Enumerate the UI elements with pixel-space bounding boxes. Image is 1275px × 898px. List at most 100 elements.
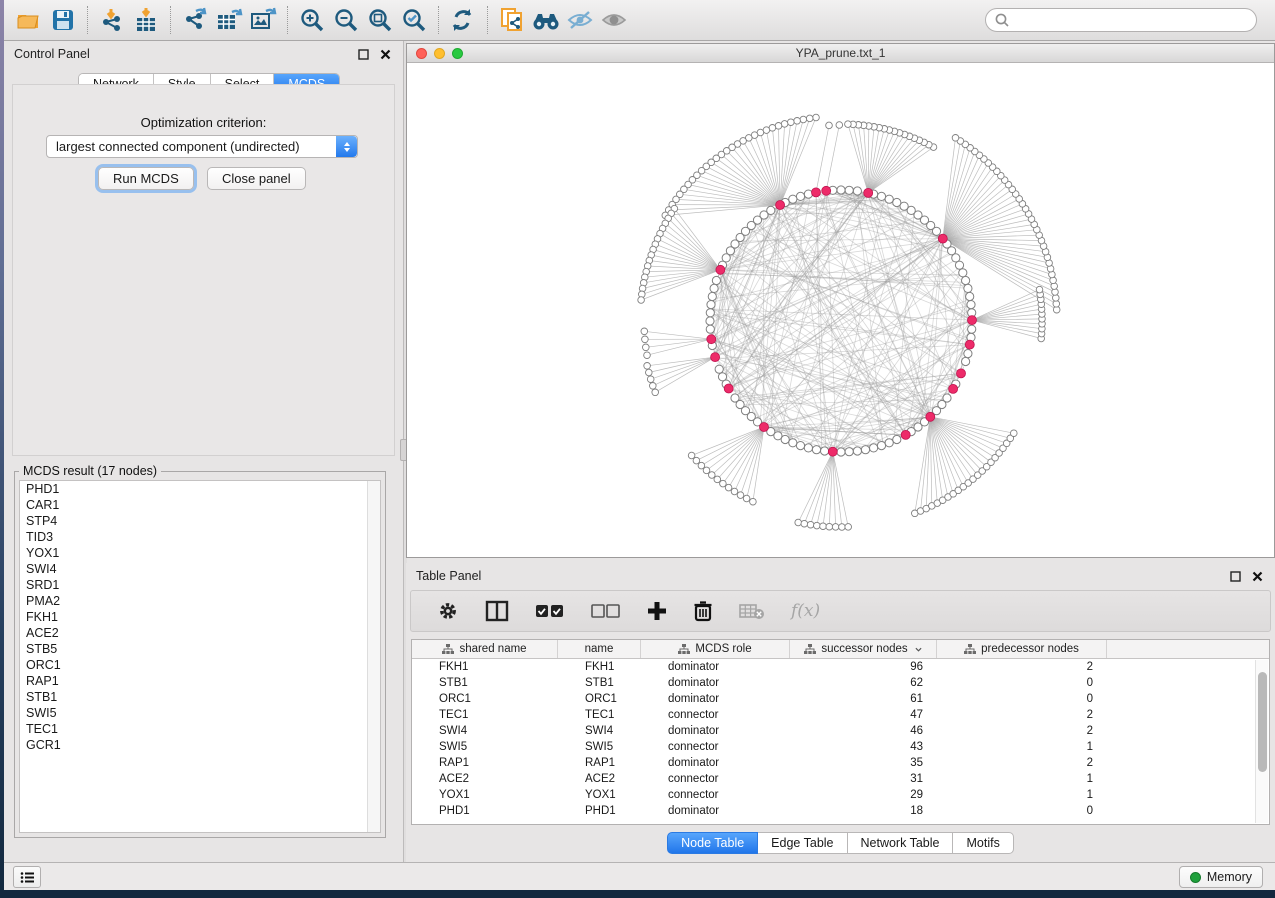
refresh-layout-icon[interactable] (446, 5, 480, 35)
column-label: name (585, 643, 614, 655)
mcds-result-item[interactable]: STB5 (20, 641, 380, 657)
table-row[interactable]: STB1STB1dominator620 (412, 675, 1269, 691)
open-file-icon[interactable] (12, 5, 46, 35)
table-row[interactable]: SWI5SWI5connector431 (412, 739, 1269, 755)
search-box[interactable] (985, 8, 1257, 32)
tab-edge-table[interactable]: Edge Table (758, 832, 847, 854)
export-image-icon[interactable] (246, 5, 280, 35)
close-panel-button[interactable]: Close panel (207, 167, 306, 190)
cell-shared-name: PHD1 (412, 803, 558, 819)
tab-node-table[interactable]: Node Table (667, 832, 758, 854)
cell-predecessor-nodes: 1 (937, 787, 1107, 803)
column-header-shared-name[interactable]: shared name (412, 640, 558, 658)
save-icon[interactable] (46, 5, 80, 35)
optimization-criterion-select[interactable]: largest connected component (undirected) (46, 135, 358, 158)
node-table[interactable]: shared name name MCDS role successor nodesp… (411, 639, 1270, 825)
zoom-selected-icon[interactable] (397, 5, 431, 35)
cell-successor-nodes: 43 (790, 739, 937, 755)
deselect-all-columns-icon[interactable] (591, 598, 621, 624)
mcds-result-item[interactable]: SWI5 (20, 705, 380, 721)
task-history-button[interactable] (13, 866, 41, 888)
sort-descending-icon (915, 647, 922, 652)
mcds-result-item[interactable]: ORC1 (20, 657, 380, 673)
close-panel-icon[interactable] (1249, 568, 1265, 584)
zoom-fit-icon[interactable] (363, 5, 397, 35)
cell-shared-name: TEC1 (412, 707, 558, 723)
import-table-icon[interactable] (129, 5, 163, 35)
network-window: YPA_prune.txt_1 (406, 43, 1275, 558)
column-layout-icon[interactable] (485, 598, 509, 624)
table-row[interactable]: YOX1YOX1connector291 (412, 787, 1269, 803)
cell-successor-nodes: 61 (790, 691, 937, 707)
network-from-selection-icon[interactable] (495, 5, 529, 35)
table-row[interactable]: TEC1TEC1connector472 (412, 707, 1269, 723)
add-column-icon[interactable] (647, 598, 667, 624)
mcds-result-item[interactable]: TID3 (20, 529, 380, 545)
table-scrollbar-thumb[interactable] (1258, 672, 1267, 772)
memory-button[interactable]: Memory (1179, 866, 1263, 888)
cell-successor-nodes: 31 (790, 771, 937, 787)
mcds-result-item[interactable]: ACE2 (20, 625, 380, 641)
tab-network-table[interactable]: Network Table (848, 832, 954, 854)
show-level-of-detail-icon[interactable] (597, 5, 631, 35)
zoom-in-icon[interactable] (295, 5, 329, 35)
table-row[interactable]: PHD1PHD1dominator180 (412, 803, 1269, 819)
memory-status-icon (1190, 872, 1201, 883)
table-row[interactable]: ORC1ORC1dominator610 (412, 691, 1269, 707)
mcds-result-item[interactable]: YOX1 (20, 545, 380, 561)
mcds-result-item[interactable]: SWI4 (20, 561, 380, 577)
table-row[interactable]: FKH1FKH1dominator962 (412, 659, 1269, 675)
mcds-result-item[interactable]: PHD1 (20, 481, 380, 497)
delete-column-icon[interactable] (693, 598, 713, 624)
cell-successor-nodes: 62 (790, 675, 937, 691)
window-maximize-icon[interactable] (452, 48, 463, 59)
tab-motifs[interactable]: Motifs (953, 832, 1013, 854)
mcds-result-item[interactable]: RAP1 (20, 673, 380, 689)
table-scrollbar[interactable] (1255, 660, 1268, 823)
column-header-successor-nodes[interactable]: successor nodes (790, 640, 937, 658)
mcds-result-item[interactable]: GCR1 (20, 737, 380, 753)
cell-mcds-role: dominator (641, 803, 790, 819)
table-settings-gear-icon[interactable] (437, 598, 459, 624)
table-panel: Table Panel (406, 563, 1275, 862)
cell-predecessor-nodes: 2 (937, 659, 1107, 675)
column-label: MCDS role (695, 643, 751, 655)
close-panel-icon[interactable] (377, 46, 393, 62)
float-panel-icon[interactable] (355, 46, 371, 62)
network-window-titlebar[interactable]: YPA_prune.txt_1 (407, 44, 1274, 63)
export-table-icon[interactable] (212, 5, 246, 35)
cell-name: ACE2 (558, 771, 641, 787)
find-binoculars-icon[interactable] (529, 5, 563, 35)
hide-graphics-details-icon[interactable] (563, 5, 597, 35)
float-panel-icon[interactable] (1227, 568, 1243, 584)
table-row[interactable]: SWI4SWI4dominator462 (412, 723, 1269, 739)
network-canvas-svg[interactable] (407, 63, 1274, 557)
zoom-out-icon[interactable] (329, 5, 363, 35)
mcds-list-scrollbar[interactable] (367, 481, 380, 832)
cell-successor-nodes: 47 (790, 707, 937, 723)
mcds-result-item[interactable]: PMA2 (20, 593, 380, 609)
window-close-icon[interactable] (416, 48, 427, 59)
mcds-result-list[interactable]: PHD1CAR1STP4TID3YOX1SWI4SRD1PMA2FKH1ACE2… (19, 480, 381, 833)
mcds-result-item[interactable]: STP4 (20, 513, 380, 529)
table-row[interactable]: ACE2ACE2connector311 (412, 771, 1269, 787)
run-mcds-button[interactable]: Run MCDS (98, 167, 194, 190)
table-row[interactable]: RAP1RAP1dominator352 (412, 755, 1269, 771)
window-minimize-icon[interactable] (434, 48, 445, 59)
mcds-result-item[interactable]: STB1 (20, 689, 380, 705)
import-network-icon[interactable] (95, 5, 129, 35)
column-header-predecessor-nodes[interactable]: predecessor nodes (937, 640, 1107, 658)
cell-successor-nodes: 35 (790, 755, 937, 771)
export-network-icon[interactable] (178, 5, 212, 35)
mcds-result-item[interactable]: TEC1 (20, 721, 380, 737)
mcds-result-item[interactable]: FKH1 (20, 609, 380, 625)
optimization-criterion-label: Optimization criterion: (13, 115, 394, 130)
search-input[interactable] (1010, 13, 1256, 27)
column-label: shared name (459, 643, 526, 655)
mcds-result-item[interactable]: SRD1 (20, 577, 380, 593)
column-header-mcds-role[interactable]: MCDS role (641, 640, 790, 658)
column-header-name[interactable]: name (558, 640, 641, 658)
cell-shared-name: STB1 (412, 675, 558, 691)
mcds-result-item[interactable]: CAR1 (20, 497, 380, 513)
select-all-columns-icon[interactable] (535, 598, 565, 624)
